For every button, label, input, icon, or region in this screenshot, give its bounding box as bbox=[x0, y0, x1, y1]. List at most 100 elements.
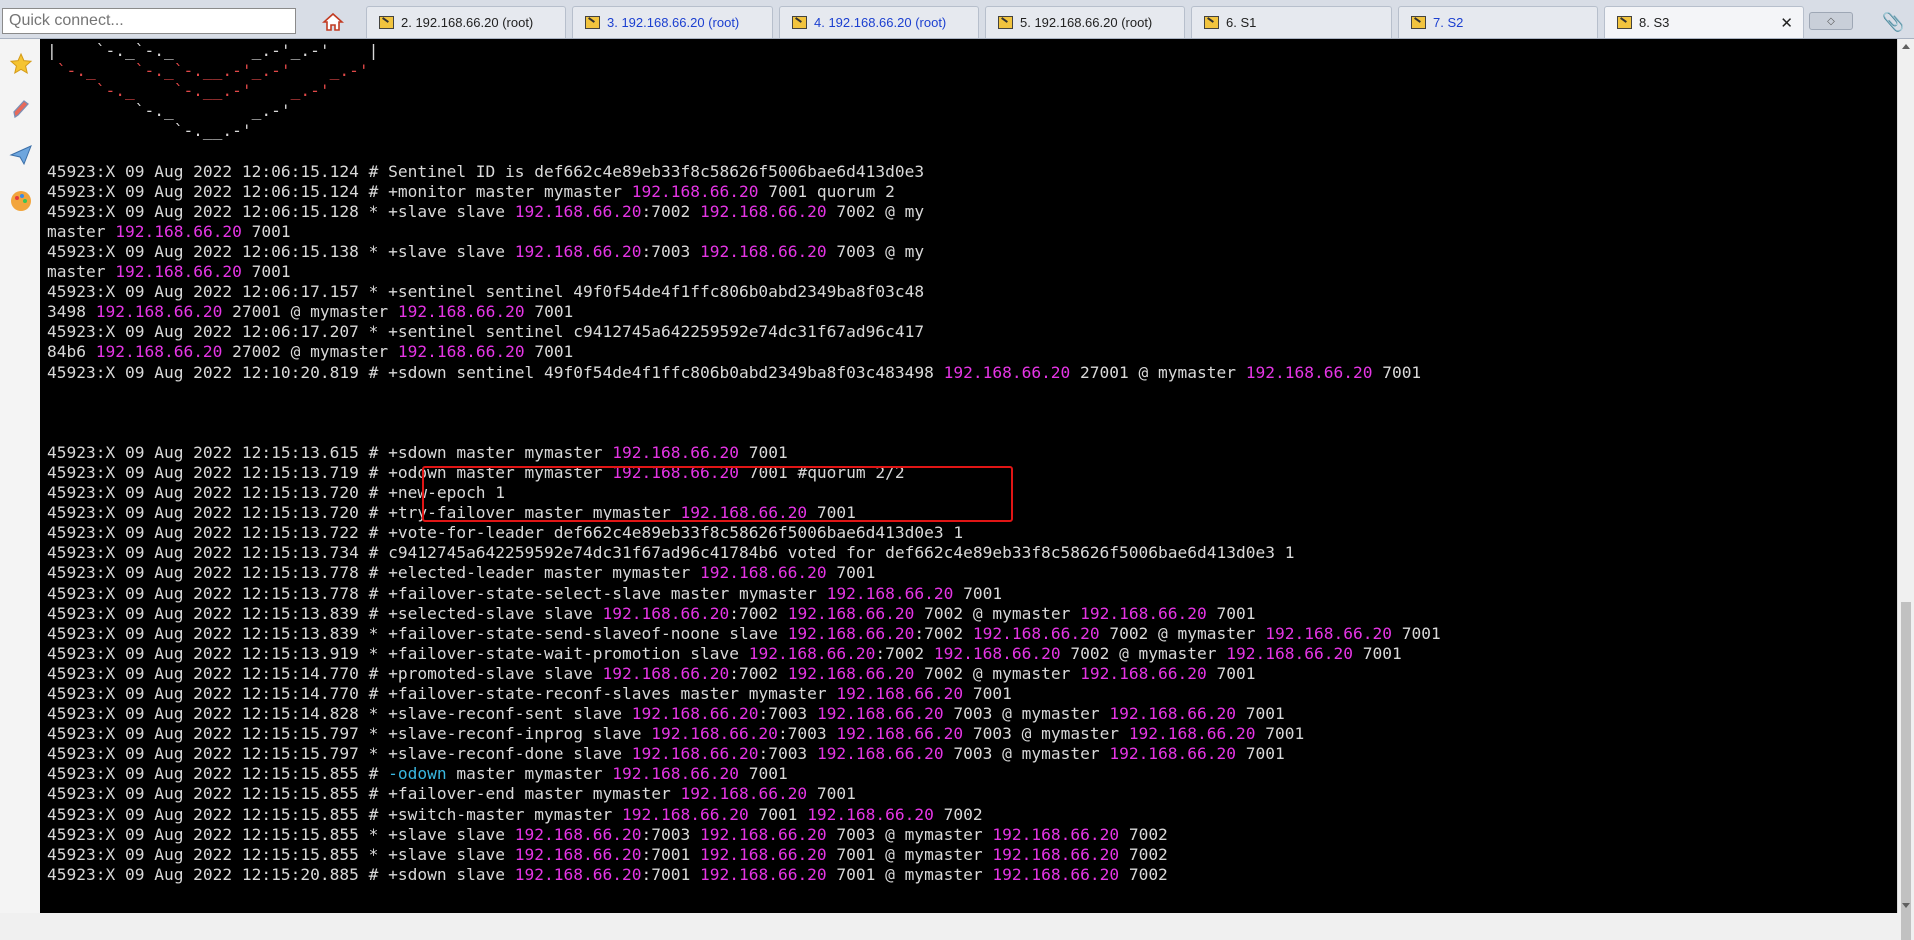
terminal-view[interactable]: | `-._`-._ _.-'_.-' | `-._ `-._`-.__.-'_… bbox=[40, 39, 1897, 913]
log-line: 45923:X 09 Aug 2022 12:15:15.855 # +fail… bbox=[47, 784, 856, 804]
ip-address: 192.168.66.20 bbox=[699, 241, 827, 261]
log-line: 84b6 192.168.66.20 27002 @ mymaster 192.… bbox=[47, 342, 574, 362]
scrollbar-thumb[interactable] bbox=[1901, 602, 1911, 940]
log-line: 45923:X 09 Aug 2022 12:15:15.855 * +slav… bbox=[47, 844, 1168, 864]
terminal-session-icon bbox=[585, 16, 600, 29]
new-tab-button[interactable]: ◇ bbox=[1809, 12, 1853, 30]
session-tab[interactable]: 4. 192.168.66.20 (root) bbox=[779, 6, 979, 38]
ip-address: 192.168.66.20 bbox=[631, 744, 759, 764]
session-tab[interactable]: 5. 192.168.66.20 (root) bbox=[985, 6, 1185, 38]
ip-address: 192.168.66.20 bbox=[115, 262, 242, 282]
ascii-art-line: `-._ _.-' bbox=[47, 101, 291, 121]
ip-address: 192.168.66.20 bbox=[514, 864, 642, 884]
session-tab-label: 7. S2 bbox=[1433, 15, 1464, 30]
paper-plane-icon[interactable] bbox=[6, 140, 35, 169]
ip-address: 192.168.66.20 bbox=[748, 643, 876, 663]
session-tab-label: 2. 192.168.66.20 (root) bbox=[401, 15, 534, 30]
session-tab[interactable]: 7. S2 bbox=[1398, 6, 1598, 38]
ip-address: 192.168.66.20 bbox=[699, 864, 827, 884]
scroll-down-arrow[interactable] bbox=[1902, 903, 1910, 908]
quick-connect-input[interactable] bbox=[2, 8, 296, 34]
ip-address: 192.168.66.20 bbox=[1226, 643, 1353, 663]
star-icon[interactable] bbox=[6, 49, 35, 78]
ip-address: 192.168.66.20 bbox=[115, 221, 242, 241]
scroll-up-arrow[interactable] bbox=[1902, 44, 1910, 49]
log-line: 45923:X 09 Aug 2022 12:06:15.128 * +slav… bbox=[47, 201, 925, 221]
log-line: 45923:X 09 Aug 2022 12:15:13.778 # +fail… bbox=[47, 583, 1003, 603]
ip-address: 192.168.66.20 bbox=[631, 704, 759, 724]
ip-address: 192.168.66.20 bbox=[699, 844, 827, 864]
terminal-session-icon bbox=[792, 16, 807, 29]
session-tab[interactable]: 6. S1 bbox=[1191, 6, 1392, 38]
log-line: 45923:X 09 Aug 2022 12:06:15.124 # Senti… bbox=[47, 161, 925, 181]
paperclip-icon[interactable]: 📎 bbox=[1882, 12, 1904, 33]
ip-address: 192.168.66.20 bbox=[1109, 744, 1237, 764]
log-line: 45923:X 09 Aug 2022 12:15:14.770 # +fail… bbox=[47, 684, 1012, 703]
log-line: 45923:X 09 Aug 2022 12:15:13.919 * +fail… bbox=[47, 643, 1402, 663]
odown-event: -odown bbox=[388, 764, 447, 784]
log-line: 45923:X 09 Aug 2022 12:15:13.722 # +vote… bbox=[47, 523, 964, 543]
log-line: 45923:X 09 Aug 2022 12:15:15.855 # +swit… bbox=[47, 804, 983, 824]
ip-address: 192.168.66.20 bbox=[992, 824, 1120, 844]
log-line: 45923:X 09 Aug 2022 12:06:15.138 * +slav… bbox=[47, 241, 925, 261]
ip-address: 192.168.66.20 bbox=[992, 864, 1120, 884]
session-tab[interactable]: 2. 192.168.66.20 (root) bbox=[366, 6, 566, 38]
ip-address: 192.168.66.20 bbox=[1080, 663, 1207, 683]
ip-address: 192.168.66.20 bbox=[651, 724, 778, 744]
ip-address: 192.168.66.20 bbox=[1080, 603, 1207, 623]
ip-address: 192.168.66.20 bbox=[397, 342, 525, 362]
ip-address: 192.168.66.20 bbox=[622, 804, 749, 824]
ip-address: 192.168.66.20 bbox=[933, 643, 1061, 663]
ip-address: 192.168.66.20 bbox=[1265, 623, 1392, 643]
ip-address: 192.168.66.20 bbox=[514, 824, 642, 844]
log-line: 45923:X 09 Aug 2022 12:15:13.615 # +sdow… bbox=[47, 442, 788, 462]
log-line: 45923:X 09 Aug 2022 12:15:14.828 * +slav… bbox=[47, 704, 1285, 724]
terminal-session-icon bbox=[1204, 16, 1219, 29]
log-line: 45923:X 09 Aug 2022 12:15:13.839 * +fail… bbox=[47, 623, 1441, 643]
ip-address: 192.168.66.20 bbox=[787, 623, 915, 643]
log-line: 45923:X 09 Aug 2022 12:15:15.797 * +slav… bbox=[47, 724, 1305, 744]
session-tab-label: 8. S3 bbox=[1639, 15, 1670, 30]
log-line: master 192.168.66.20 7001 bbox=[47, 221, 291, 241]
log-line: 45923:X 09 Aug 2022 12:15:13.839 # +sele… bbox=[47, 603, 1256, 623]
palette-icon[interactable] bbox=[6, 186, 35, 215]
session-tab[interactable]: 3. 192.168.66.20 (root) bbox=[572, 6, 773, 38]
ip-address: 192.168.66.20 bbox=[826, 583, 954, 603]
log-line: 45923:X 09 Aug 2022 12:06:15.124 # +moni… bbox=[47, 181, 895, 201]
home-tab[interactable] bbox=[312, 6, 354, 38]
ip-address: 192.168.66.20 bbox=[95, 342, 223, 362]
ip-address: 192.168.66.20 bbox=[1245, 362, 1373, 382]
session-tab-label: 3. 192.168.66.20 (root) bbox=[607, 15, 740, 30]
ip-address: 192.168.66.20 bbox=[95, 302, 223, 322]
session-tab-label: 5. 192.168.66.20 (root) bbox=[1020, 15, 1153, 30]
log-line: 45923:X 09 Aug 2022 12:10:20.819 # +sdow… bbox=[47, 362, 1422, 382]
log-line: 45923:X 09 Aug 2022 12:15:20.885 # +sdow… bbox=[47, 864, 1168, 884]
close-tab-icon[interactable]: ✕ bbox=[1780, 14, 1793, 32]
log-line: 45923:X 09 Aug 2022 12:15:15.855 # -odow… bbox=[47, 764, 788, 784]
ip-address: 192.168.66.20 bbox=[972, 623, 1100, 643]
log-line: 45923:X 09 Aug 2022 12:15:13.778 # +elec… bbox=[47, 563, 876, 583]
home-icon bbox=[322, 12, 344, 31]
ascii-art-line: `-.__.-' bbox=[47, 121, 252, 141]
ip-address: 192.168.66.20 bbox=[836, 724, 964, 744]
ascii-art-line: `-._ `-._`-.__.-'_.-' _.-' bbox=[47, 61, 369, 81]
log-line: 45923:X 09 Aug 2022 12:06:17.207 * +sent… bbox=[47, 322, 925, 342]
ip-address: 192.168.66.20 bbox=[787, 663, 915, 683]
session-tab[interactable]: 8. S3 ✕ bbox=[1604, 6, 1804, 38]
session-tab-label: 6. S1 bbox=[1226, 15, 1257, 30]
ip-address: 192.168.66.20 bbox=[631, 181, 759, 201]
ip-address: 192.168.66.20 bbox=[612, 764, 739, 784]
ip-address: 192.168.66.20 bbox=[807, 804, 934, 824]
ip-address: 192.168.66.20 bbox=[612, 442, 739, 462]
ip-address: 192.168.66.20 bbox=[514, 201, 642, 221]
ip-address: 192.168.66.20 bbox=[836, 684, 964, 703]
vertical-scrollbar[interactable] bbox=[1897, 39, 1914, 940]
log-line: 45923:X 09 Aug 2022 12:06:17.157 * +sent… bbox=[47, 282, 925, 302]
ip-address: 192.168.66.20 bbox=[1128, 724, 1256, 744]
pen-icon[interactable] bbox=[6, 94, 35, 123]
ip-address: 192.168.66.20 bbox=[514, 241, 642, 261]
ip-address: 192.168.66.20 bbox=[992, 844, 1120, 864]
